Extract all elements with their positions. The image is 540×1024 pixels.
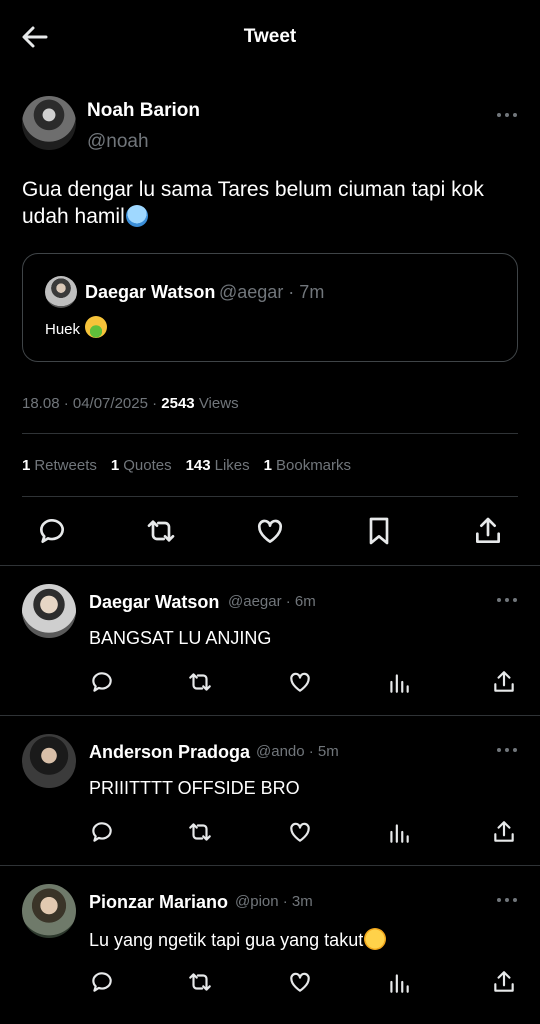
avatar[interactable] (22, 96, 76, 150)
quote-meta: @aegar · 7m (219, 282, 325, 302)
reply-author-name[interactable]: Anderson Pradoga (89, 742, 250, 763)
quote-author-name: Daegar Watson (85, 282, 216, 302)
reply-author-name[interactable]: Daegar Watson (89, 592, 219, 613)
more-options-icon[interactable] (496, 896, 518, 904)
reply-meta: @pion · 3m (235, 893, 313, 910)
reply-meta: @ando · 5m (256, 743, 339, 760)
reply-actions (89, 669, 518, 695)
bookmark-icon[interactable] (363, 515, 395, 547)
tweet-stats: 1 Retweets 1 Quotes 143 Likes 1 Bookmarks (22, 434, 518, 496)
reply-meta: @aegar · 6m (228, 593, 316, 610)
reply-author-name[interactable]: Pionzar Mariano (89, 892, 228, 913)
reply-actions (89, 969, 518, 995)
more-options-icon[interactable] (496, 596, 518, 604)
more-options-icon[interactable] (496, 111, 518, 119)
like-icon[interactable] (254, 515, 286, 547)
reply-text: BANGSAT LU ANJING (89, 628, 272, 648)
avatar[interactable] (22, 584, 76, 638)
bookmarks-stat[interactable]: 1 Bookmarks (264, 457, 351, 474)
quote-text: Huek (45, 316, 108, 338)
avatar[interactable] (22, 734, 76, 788)
share-icon[interactable] (491, 819, 517, 845)
reply-actions (89, 819, 518, 845)
reply-text: PRIIITTTT OFFSIDE BRO (89, 778, 300, 798)
retweet-icon[interactable] (187, 669, 213, 695)
tweet-timestamp: 18.08 · 04/07/2025 · 2543 Views (22, 395, 239, 412)
reply-item[interactable]: Daegar Watson @aegar · 6m BANGSAT LU ANJ… (0, 565, 540, 715)
like-icon[interactable] (287, 819, 313, 845)
reply-icon[interactable] (36, 515, 68, 547)
share-icon[interactable] (491, 969, 517, 995)
retweet-icon[interactable] (187, 819, 213, 845)
retweet-icon[interactable] (145, 515, 177, 547)
views-icon[interactable] (386, 669, 412, 695)
avatar[interactable] (22, 884, 76, 938)
upside-down-face-emoji (364, 928, 387, 950)
reply-text: Lu yang ngetik tapi gua yang takut (89, 928, 387, 951)
likes-stat[interactable]: 143 Likes (186, 457, 250, 474)
reply-item[interactable]: Pionzar Mariano @pion · 3m Lu yang ngeti… (0, 865, 540, 1015)
quoted-tweet[interactable]: Daegar Watson @aegar · 7m Huek (22, 253, 518, 362)
quotes-stat[interactable]: 1 Quotes (111, 457, 172, 474)
like-icon[interactable] (287, 969, 313, 995)
retweet-icon[interactable] (187, 969, 213, 995)
cold-face-emoji (125, 205, 148, 227)
nauseated-face-emoji (85, 316, 108, 338)
tweet-author-row: Noah Barion @noah (22, 96, 518, 168)
avatar[interactable] (45, 276, 77, 308)
author-handle[interactable]: @noah (87, 131, 149, 153)
reply-icon[interactable] (89, 969, 115, 995)
retweets-stat[interactable]: 1 Retweets (22, 457, 97, 474)
share-icon[interactable] (491, 669, 517, 695)
share-icon[interactable] (472, 515, 504, 547)
like-icon[interactable] (287, 669, 313, 695)
top-bar: Tweet (0, 0, 540, 72)
views-icon[interactable] (386, 969, 412, 995)
views-icon[interactable] (386, 819, 412, 845)
author-name[interactable]: Noah Barion (87, 100, 200, 122)
views-count: 2543 (161, 395, 195, 412)
reply-item[interactable]: Anderson Pradoga @ando · 5m PRIIITTTT OF… (0, 715, 540, 865)
more-options-icon[interactable] (496, 746, 518, 754)
reply-icon[interactable] (89, 819, 115, 845)
tweet-text: Gua dengar lu sama Tares belum ciuman ta… (22, 178, 484, 228)
tweet-actions (22, 497, 518, 565)
page-title: Tweet (243, 26, 297, 47)
reply-icon[interactable] (89, 669, 115, 695)
main-tweet: Noah Barion @noah Gua dengar lu sama Tar… (0, 96, 540, 565)
